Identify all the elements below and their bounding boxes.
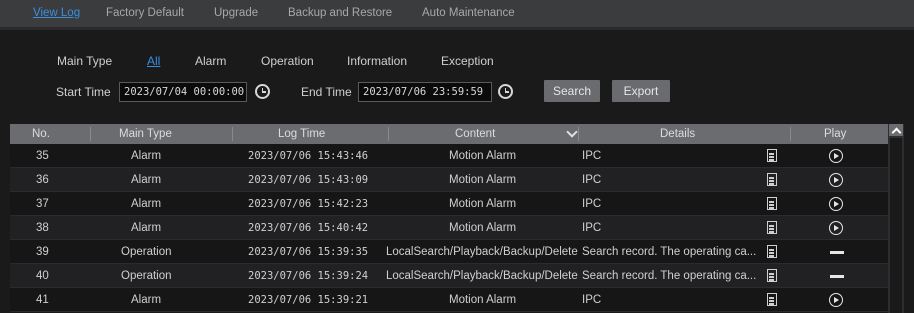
scroll-up-icon[interactable] <box>889 124 903 136</box>
no-video-icon <box>830 251 844 254</box>
type-option-alarm[interactable]: Alarm <box>195 54 226 68</box>
header-separator <box>388 127 389 141</box>
cell-no: 35 <box>36 150 49 162</box>
tab-view-log[interactable]: View Log <box>33 7 80 19</box>
cell-no: 39 <box>36 246 49 258</box>
cell-details: Search record. The operating ca... <box>582 246 757 258</box>
cell-details: IPC <box>582 294 602 306</box>
document-icon[interactable] <box>767 149 777 162</box>
export-button[interactable]: Export <box>612 80 670 102</box>
table-row[interactable]: 37 Alarm 2023/07/06 15:42:23 Motion Alar… <box>10 192 888 216</box>
document-icon[interactable] <box>767 269 777 282</box>
table-body: 35 Alarm 2023/07/06 15:43:46 Motion Alar… <box>10 144 888 312</box>
cell-main-type: Alarm <box>131 198 162 210</box>
cell-details: IPC <box>582 150 602 162</box>
cell-main-type: Alarm <box>131 222 162 234</box>
tab-factory-default[interactable]: Factory Default <box>106 7 184 19</box>
header-details: Details <box>660 128 696 140</box>
search-button[interactable]: Search <box>544 80 600 102</box>
table-row[interactable]: 39 Operation 2023/07/06 15:39:35 LocalSe… <box>10 240 888 264</box>
cell-content: Motion Alarm <box>449 222 517 234</box>
tab-bar: View Log Factory Default Upgrade Backup … <box>0 0 914 27</box>
header-play: Play <box>824 128 847 140</box>
chevron-down-icon[interactable] <box>566 126 578 138</box>
clock-icon[interactable] <box>498 84 513 99</box>
cell-log-time: 2023/07/06 15:43:09 <box>248 174 369 186</box>
time-range-row: Start Time 2023/07/04 00:00:00 End Time … <box>0 80 914 104</box>
cell-details: IPC <box>582 174 602 186</box>
document-icon[interactable] <box>767 173 777 186</box>
play-icon[interactable] <box>829 197 843 211</box>
document-icon[interactable] <box>767 221 777 234</box>
cell-log-time: 2023/07/06 15:43:46 <box>248 150 369 162</box>
header-separator <box>232 127 233 141</box>
cell-main-type: Alarm <box>131 150 162 162</box>
cell-details: IPC <box>582 198 602 210</box>
type-option-information[interactable]: Information <box>347 54 407 68</box>
table-row[interactable]: 40 Operation 2023/07/06 15:39:24 LocalSe… <box>10 264 888 288</box>
cell-log-time: 2023/07/06 15:39:35 <box>248 246 369 258</box>
main-type-filter: Main Type All Alarm Operation Informatio… <box>0 54 914 70</box>
document-icon[interactable] <box>767 245 777 258</box>
header-separator <box>790 127 791 141</box>
cell-main-type: Operation <box>121 270 172 282</box>
cell-no: 38 <box>36 222 49 234</box>
table-row[interactable]: 35 Alarm 2023/07/06 15:43:46 Motion Alar… <box>10 144 888 168</box>
end-time-label: End Time <box>301 85 352 99</box>
cell-log-time: 2023/07/06 15:40:42 <box>248 222 369 234</box>
cell-content: Motion Alarm <box>449 174 517 186</box>
scrollbar-thumb[interactable] <box>890 138 902 313</box>
cell-content: Motion Alarm <box>449 294 517 306</box>
cell-no: 37 <box>36 198 49 210</box>
cell-no: 41 <box>36 294 49 306</box>
no-video-icon <box>830 275 844 278</box>
play-icon[interactable] <box>829 221 843 235</box>
vertical-scrollbar[interactable] <box>888 124 904 313</box>
cell-details: IPC <box>582 222 602 234</box>
play-icon[interactable] <box>829 149 843 163</box>
tab-auto-maintenance[interactable]: Auto Maintenance <box>422 7 515 19</box>
play-icon[interactable] <box>829 293 843 307</box>
cell-details: Search record. The operating ca... <box>582 270 757 282</box>
end-time-input[interactable]: 2023/07/06 23:59:59 <box>358 82 492 102</box>
type-option-operation[interactable]: Operation <box>261 54 314 68</box>
document-icon[interactable] <box>767 293 777 306</box>
table-header: No. Main Type Log Time Content Details P… <box>10 124 888 144</box>
type-option-all[interactable]: All <box>147 54 160 68</box>
cell-content: Motion Alarm <box>449 150 517 162</box>
play-icon[interactable] <box>829 173 843 187</box>
header-content[interactable]: Content <box>455 128 495 140</box>
cell-main-type: Operation <box>121 246 172 258</box>
table-row[interactable]: 38 Alarm 2023/07/06 15:40:42 Motion Alar… <box>10 216 888 240</box>
document-icon[interactable] <box>767 197 777 210</box>
tab-backup-and-restore[interactable]: Backup and Restore <box>288 7 392 19</box>
tab-bar-divider <box>0 27 914 30</box>
tab-upgrade[interactable]: Upgrade <box>214 7 258 19</box>
cell-content: Motion Alarm <box>449 198 517 210</box>
header-separator <box>578 127 579 141</box>
header-main-type: Main Type <box>119 128 172 140</box>
clock-icon[interactable] <box>255 84 270 99</box>
type-option-exception[interactable]: Exception <box>441 54 494 68</box>
cell-log-time: 2023/07/06 15:39:24 <box>248 270 369 282</box>
table-row[interactable]: 41 Alarm 2023/07/06 15:39:21 Motion Alar… <box>10 288 888 312</box>
log-table: No. Main Type Log Time Content Details P… <box>10 124 904 313</box>
cell-no: 36 <box>36 174 49 186</box>
header-no: No. <box>32 128 50 140</box>
cell-content: LocalSearch/Playback/Backup/Delete <box>386 246 578 258</box>
cell-main-type: Alarm <box>131 294 162 306</box>
main-type-label: Main Type <box>57 54 113 68</box>
cell-content: LocalSearch/Playback/Backup/Delete <box>386 270 578 282</box>
cell-log-time: 2023/07/06 15:39:21 <box>248 294 369 306</box>
cell-no: 40 <box>36 270 49 282</box>
start-time-label: Start Time <box>56 85 111 99</box>
header-log-time: Log Time <box>278 128 326 140</box>
cell-log-time: 2023/07/06 15:42:23 <box>248 198 369 210</box>
start-time-input[interactable]: 2023/07/04 00:00:00 <box>119 82 247 102</box>
cell-main-type: Alarm <box>131 174 162 186</box>
table-row[interactable]: 36 Alarm 2023/07/06 15:43:09 Motion Alar… <box>10 168 888 192</box>
header-separator <box>90 127 91 141</box>
